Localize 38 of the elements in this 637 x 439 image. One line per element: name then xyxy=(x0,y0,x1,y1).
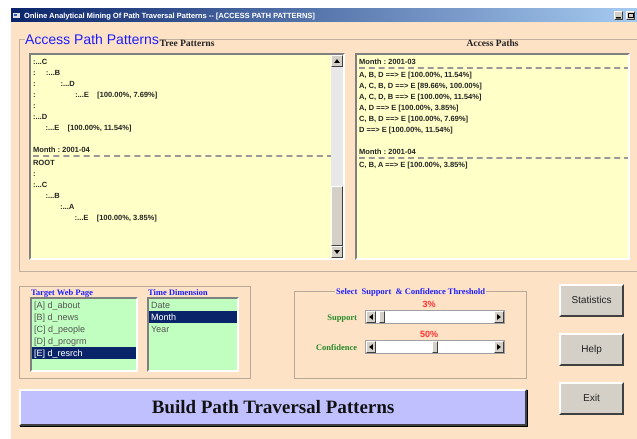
pane-heading: Tree Patterns xyxy=(160,39,214,51)
list-item[interactable]: Month xyxy=(149,311,237,323)
slider-reading: 3% xyxy=(422,298,436,310)
maximize-button[interactable] xyxy=(626,10,635,20)
list-item[interactable]: [E] d_resrch xyxy=(32,347,136,359)
list-item[interactable]: [B] d_news xyxy=(32,311,136,323)
slider-thumb[interactable] xyxy=(378,311,385,323)
slider-label: Support xyxy=(326,312,357,322)
scroll-right-icon xyxy=(497,344,501,350)
side-button[interactable]: Statistics xyxy=(559,284,624,317)
slider-track[interactable] xyxy=(365,310,505,324)
side-button[interactable]: Exit xyxy=(559,382,624,415)
build-button[interactable]: Build Path Traversal Patterns xyxy=(19,389,527,426)
vertical-scrollbar[interactable] xyxy=(331,55,343,258)
slider-thumb[interactable] xyxy=(432,341,438,353)
slider-track[interactable] xyxy=(365,340,505,354)
scroll-down-icon xyxy=(334,250,340,254)
group-title: Target Web Page xyxy=(30,287,94,297)
minimize-button[interactable] xyxy=(614,10,623,20)
scroll-up-icon xyxy=(334,59,340,63)
list-item[interactable]: [A] d_about xyxy=(32,299,136,311)
list-item[interactable]: [C] d_people xyxy=(32,323,136,335)
scroll-left-icon xyxy=(369,314,373,320)
list-item[interactable]: [D] d_progrm xyxy=(32,335,136,347)
group-title: Access Path Patterns xyxy=(25,32,159,46)
minimize-icon xyxy=(616,16,621,18)
list-item[interactable]: Year xyxy=(149,323,237,335)
group-title: Select Support & Confidence Threshold xyxy=(335,286,486,296)
app-icon xyxy=(13,12,21,18)
slider-reading: 50% xyxy=(420,328,438,340)
slider-label: Confidence xyxy=(314,342,357,352)
list-item[interactable]: Date xyxy=(149,299,237,311)
side-button[interactable]: Help xyxy=(559,333,624,366)
maximize-icon xyxy=(628,12,634,18)
scroll-left-icon xyxy=(369,344,373,350)
pane-heading: Access Paths xyxy=(466,39,518,51)
scroll-right-icon xyxy=(497,314,501,320)
group-title: Time Dimension xyxy=(147,287,209,297)
